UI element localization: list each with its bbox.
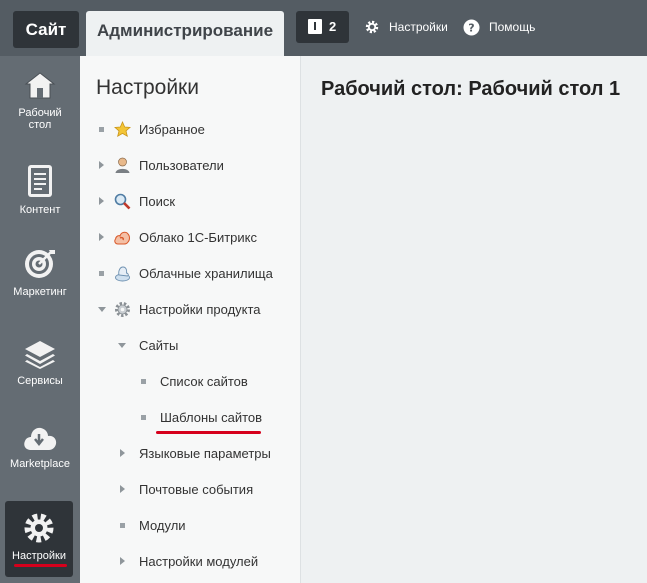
highlight-underline <box>14 564 67 567</box>
menu-item-label: Облачные хранилища <box>139 265 273 281</box>
home-icon <box>24 72 56 99</box>
page-title: Рабочий стол: Рабочий стол 1 <box>321 78 621 100</box>
rail-item-label: Контент <box>19 204 61 216</box>
gear-icon <box>24 513 54 543</box>
menu-item-label: Пользователи <box>139 157 224 173</box>
menu-title: Настройки <box>96 76 199 99</box>
menu-item-label: Модули <box>139 517 186 533</box>
rail-item-services[interactable]: Сервисы <box>0 339 80 387</box>
menu-item-language-params[interactable]: Языковые параметры <box>80 443 300 463</box>
rail-item-label: Marketplace <box>10 458 70 470</box>
menu-item-sites[interactable]: Сайты <box>80 335 300 355</box>
menu-item-label: Настройки модулей <box>139 553 259 569</box>
gear-icon <box>365 20 379 34</box>
main-content: Рабочий стол: Рабочий стол 1 <box>301 56 647 583</box>
collapse-arrow-icon[interactable] <box>98 306 106 312</box>
cloud-download-icon <box>24 427 57 450</box>
rail-item-label: Маркетинг <box>13 286 67 298</box>
menu-item-product-settings[interactable]: Настройки продукта <box>80 299 300 319</box>
menu-item-label: Языковые параметры <box>139 445 271 461</box>
menu-item-users[interactable]: Пользователи <box>80 155 300 175</box>
cloud-storage-icon <box>115 266 130 281</box>
settings-link-label: Настройки <box>389 20 448 34</box>
rail-item-label: стол <box>28 119 52 131</box>
menu-item-label: Список сайтов <box>160 373 248 389</box>
tab-administration[interactable]: Администрирование <box>86 11 284 56</box>
settings-menu: Настройки Избранное Пользователи Поиск О… <box>80 56 301 583</box>
menu-item-label: Облако 1С-Битрикс <box>139 229 257 245</box>
menu-item-label: Шаблоны сайтов <box>160 409 263 425</box>
menu-item-mail-events[interactable]: Почтовые события <box>80 479 300 499</box>
search-icon <box>114 193 131 209</box>
rail-item-label: Сервисы <box>17 375 63 387</box>
collapse-arrow-icon[interactable] <box>118 342 126 348</box>
expand-arrow-icon[interactable] <box>120 485 125 493</box>
bullet-marker <box>120 522 125 528</box>
menu-item-favorites[interactable]: Избранное <box>80 119 300 139</box>
help-link[interactable]: ? Помощь <box>463 17 535 37</box>
menu-item-bitrix-cloud[interactable]: Облако 1С-Битрикс <box>80 227 300 247</box>
help-link-label: Помощь <box>489 20 536 34</box>
notification-count: 2 <box>329 19 337 34</box>
menu-item-site-list[interactable]: Список сайтов <box>80 371 300 391</box>
tab-site[interactable]: Сайт <box>13 11 79 48</box>
user-icon <box>115 157 130 173</box>
left-rail: Рабочий стол Контент Маркетинг Сервисы M… <box>0 56 80 583</box>
expand-arrow-icon[interactable] <box>120 557 125 565</box>
menu-item-label: Настройки продукта <box>139 301 261 317</box>
rail-item-label: Настройки <box>12 550 66 562</box>
bullet-marker <box>141 378 146 384</box>
notifications-button[interactable]: 2 <box>296 11 349 43</box>
menu-item-label: Поиск <box>139 193 176 209</box>
expand-arrow-icon[interactable] <box>99 233 104 241</box>
document-icon <box>28 165 52 197</box>
highlight-underline <box>156 431 261 434</box>
rail-item-settings[interactable]: Настройки <box>5 501 73 577</box>
layers-icon <box>25 341 55 369</box>
expand-arrow-icon[interactable] <box>99 197 104 205</box>
menu-item-label: Сайты <box>139 337 179 353</box>
expand-arrow-icon[interactable] <box>120 449 125 457</box>
menu-item-label: Избранное <box>139 121 205 137</box>
gear-icon <box>115 301 130 317</box>
menu-item-label: Почтовые события <box>139 481 254 497</box>
menu-item-module-settings[interactable]: Настройки модулей <box>80 551 300 571</box>
top-bar: Сайт Администрирование 2 Настройки ? Пом… <box>0 0 647 56</box>
menu-item-modules[interactable]: Модули <box>80 515 300 535</box>
rail-item-content[interactable]: Контент <box>0 164 80 216</box>
star-icon <box>114 120 131 137</box>
menu-item-cloud-storage[interactable]: Облачные хранилища <box>80 263 300 283</box>
rail-item-marketplace[interactable]: Marketplace <box>0 424 80 470</box>
notification-icon <box>308 19 322 34</box>
bullet-marker <box>99 270 104 276</box>
bullet-marker <box>141 414 146 420</box>
target-icon <box>25 250 55 278</box>
help-icon: ? <box>463 19 480 35</box>
expand-arrow-icon[interactable] <box>99 161 104 169</box>
svg-text:?: ? <box>468 21 474 34</box>
rail-item-marketing[interactable]: Маркетинг <box>0 248 80 298</box>
bullet-marker <box>99 126 104 132</box>
rail-item-label: Рабочий <box>18 107 62 119</box>
bitrix-cloud-icon <box>114 231 130 244</box>
menu-item-site-templates[interactable]: Шаблоны сайтов <box>80 407 300 427</box>
rail-item-desktop[interactable]: Рабочий стол <box>0 71 80 131</box>
menu-item-search[interactable]: Поиск <box>80 191 300 211</box>
settings-link[interactable]: Настройки <box>364 17 448 37</box>
